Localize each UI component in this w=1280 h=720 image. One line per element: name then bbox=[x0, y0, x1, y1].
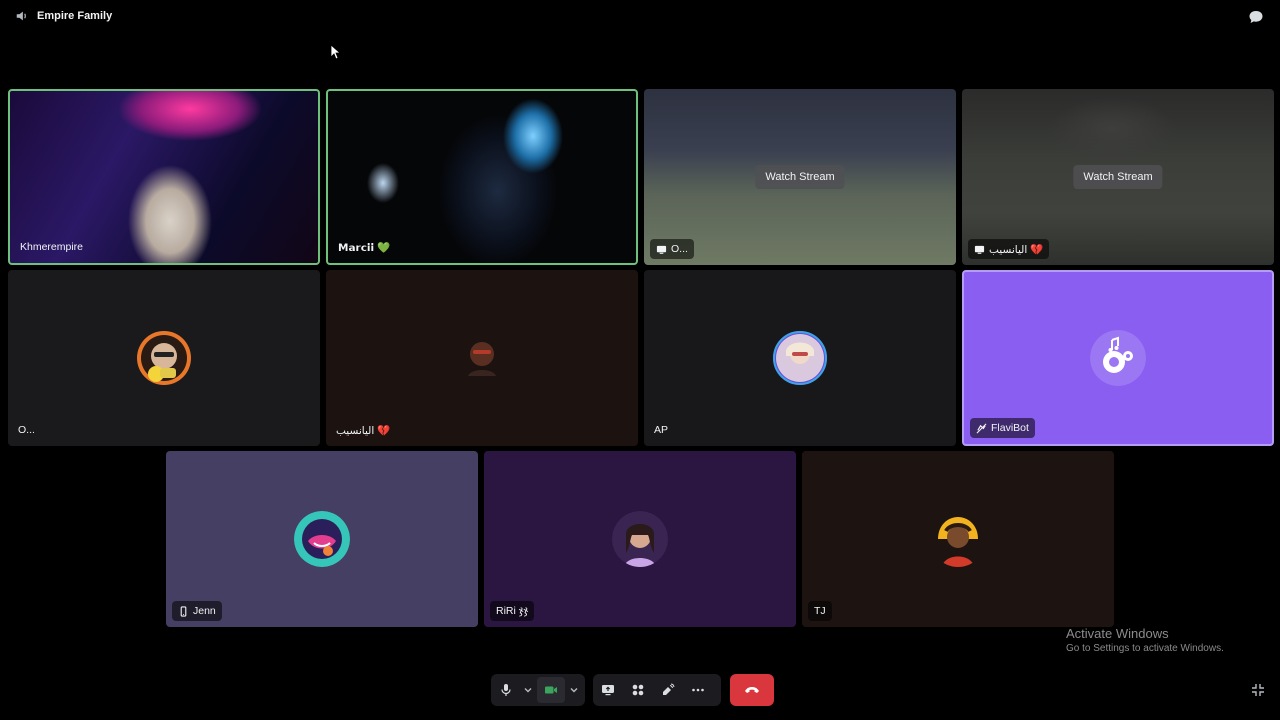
participant-name: اليانسيب 💔 bbox=[989, 243, 1044, 256]
participant-name-badge: 𝗠𝗮𝗿𝗰𝗶𝗶 💚 bbox=[334, 237, 396, 257]
chevron-down-icon bbox=[570, 688, 578, 693]
speaker-icon bbox=[16, 11, 26, 21]
participant-name: FlaviBot bbox=[991, 422, 1029, 434]
participant-tile[interactable]: اليانسيب 💔 bbox=[326, 270, 638, 446]
participant-name-badge: AP bbox=[650, 420, 674, 440]
participant-name: O... bbox=[18, 424, 35, 436]
avatar bbox=[930, 511, 986, 567]
participant-name-badge: O... bbox=[650, 239, 694, 259]
participant-name-badge: O... bbox=[14, 420, 41, 440]
participant-name: AP bbox=[654, 424, 669, 436]
avatar bbox=[612, 511, 668, 567]
avatar bbox=[136, 330, 192, 386]
microphone-options-button[interactable] bbox=[521, 674, 535, 706]
participant-tile[interactable]: RiRi ჯჯ bbox=[484, 451, 796, 627]
stream-tile[interactable]: Watch Stream O... bbox=[644, 89, 956, 265]
participant-name: Jenn bbox=[193, 605, 216, 617]
chat-bubble-icon[interactable] bbox=[1248, 9, 1264, 25]
participant-name-badge: Jenn bbox=[172, 601, 222, 621]
video-camera-icon bbox=[545, 686, 557, 694]
participant-name-badge: RiRi ჯჯ bbox=[490, 601, 535, 621]
watermark-title: Activate Windows bbox=[1066, 626, 1169, 641]
muted-stream-icon bbox=[976, 423, 987, 433]
participant-name-badge: FlaviBot bbox=[970, 418, 1035, 438]
disconnect-button[interactable] bbox=[730, 674, 774, 706]
participant-name: 𝗠𝗮𝗿𝗰𝗶𝗶 💚 bbox=[338, 241, 391, 254]
share-screen-button[interactable] bbox=[593, 674, 623, 706]
participant-tile[interactable]: TJ bbox=[802, 451, 1114, 627]
chevron-down-icon bbox=[524, 688, 532, 693]
watch-stream-button[interactable]: Watch Stream bbox=[755, 165, 845, 189]
more-options-button[interactable] bbox=[683, 674, 713, 706]
av-controls bbox=[491, 674, 585, 706]
participant-name: O... bbox=[671, 243, 688, 255]
avatar bbox=[294, 511, 350, 567]
participant-tile[interactable]: Jenn bbox=[166, 451, 478, 627]
avatar bbox=[454, 330, 510, 386]
participant-name-badge: اليانسيب 💔 bbox=[332, 420, 396, 440]
camera-button[interactable] bbox=[537, 677, 565, 703]
stream-tile[interactable]: Watch Stream اليانسيب 💔 bbox=[962, 89, 1274, 265]
activity-controls bbox=[593, 674, 721, 706]
windows-activation-watermark: Activate Windows Go to Settings to activ… bbox=[1066, 626, 1224, 654]
channel-header[interactable]: Empire Family bbox=[15, 9, 112, 23]
participant-name-badge: TJ bbox=[808, 601, 832, 621]
participant-name-badge: اليانسيب 💔 bbox=[968, 239, 1050, 259]
exit-fullscreen-icon[interactable] bbox=[1251, 683, 1265, 697]
more-options-icon bbox=[692, 688, 704, 692]
activities-button[interactable] bbox=[623, 674, 653, 706]
channel-name: Empire Family bbox=[37, 10, 113, 22]
avatar bbox=[1090, 330, 1146, 386]
participant-tile[interactable]: AP bbox=[644, 270, 956, 446]
watch-stream-button[interactable]: Watch Stream bbox=[1073, 165, 1163, 189]
mouse-cursor-icon bbox=[330, 44, 340, 60]
screen-share-icon bbox=[656, 245, 667, 254]
screen-share-icon bbox=[974, 245, 985, 254]
camera-options-button[interactable] bbox=[567, 674, 581, 706]
participant-name: TJ bbox=[814, 605, 826, 617]
participant-name: Khmerempire bbox=[20, 241, 84, 253]
activities-icon bbox=[632, 684, 644, 696]
mobile-phone-icon bbox=[180, 605, 187, 617]
microphone-icon bbox=[501, 684, 511, 696]
participant-tile[interactable]: O... bbox=[8, 270, 320, 446]
microphone-button[interactable] bbox=[491, 674, 521, 706]
participant-tile[interactable]: Khmerempire bbox=[8, 89, 320, 265]
bot-tile[interactable]: FlaviBot bbox=[962, 270, 1274, 446]
participant-name-badge: Khmerempire bbox=[16, 237, 89, 257]
participant-name: اليانسيب 💔 bbox=[336, 424, 391, 437]
watermark-subtitle: Go to Settings to activate Windows. bbox=[1066, 643, 1224, 654]
avatar bbox=[772, 330, 828, 386]
soundboard-button[interactable] bbox=[653, 674, 683, 706]
hang-up-icon bbox=[745, 687, 759, 693]
top-bar: Empire Family bbox=[0, 0, 1280, 34]
participant-tile[interactable]: 𝗠𝗮𝗿𝗰𝗶𝗶 💚 bbox=[326, 89, 638, 265]
share-screen-icon bbox=[602, 685, 614, 696]
soundboard-icon bbox=[663, 683, 675, 695]
participant-name: RiRi ჯჯ bbox=[496, 605, 529, 617]
